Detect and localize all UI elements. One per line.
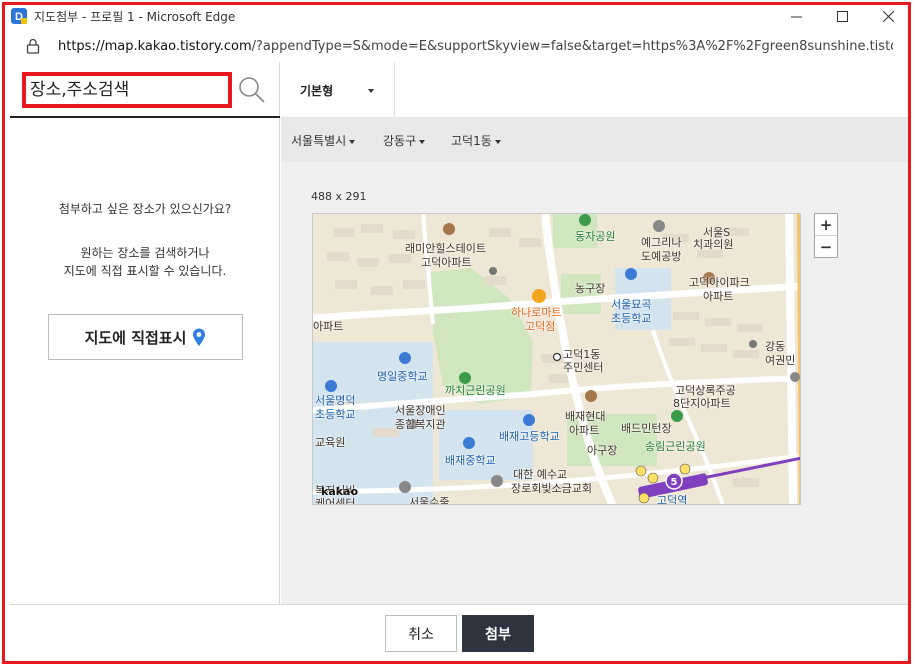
map-place-label: 예그리나 bbox=[641, 236, 682, 249]
chevron-down-icon bbox=[494, 139, 501, 144]
map-place-label: 송림근린공원 bbox=[645, 440, 706, 453]
lock-icon bbox=[26, 38, 40, 54]
search-box bbox=[10, 62, 280, 118]
kakao-logo: kakao bbox=[321, 485, 359, 498]
map-size-label: 488 x 291 bbox=[311, 190, 367, 203]
map-place-label: 서울수줄 bbox=[409, 496, 450, 505]
search-icon[interactable] bbox=[238, 76, 266, 104]
map-type-select[interactable]: 기본형 bbox=[281, 62, 395, 118]
dialog-footer: 취소 첨부 bbox=[10, 604, 910, 661]
window-title: 지도첨부 - 프로필 1 - Microsoft Edge bbox=[34, 10, 236, 24]
app-icon: D bbox=[11, 8, 27, 24]
map-place-label: 농구장 bbox=[575, 282, 606, 295]
chevron-down-icon bbox=[349, 139, 356, 144]
map-place-label: 고덕아이파크 bbox=[689, 276, 750, 289]
region-bar: 서울특별시 강동구 고덕1동 bbox=[281, 118, 910, 162]
direct-mark-label: 지도에 직접표시 bbox=[84, 328, 187, 347]
chevron-down-icon bbox=[419, 139, 426, 144]
zoom-out-button[interactable]: − bbox=[815, 236, 837, 258]
map-place-label: 고덕아파트 bbox=[421, 256, 472, 269]
attach-button[interactable]: 첨부 bbox=[462, 615, 534, 652]
map-place-label: 여권민 bbox=[765, 354, 796, 367]
url-text: https://map.kakao.tistory.com/?appendTyp… bbox=[58, 39, 893, 54]
region-district-select[interactable]: 강동구 bbox=[383, 132, 426, 149]
map-place-label: 초등학교 bbox=[611, 312, 652, 325]
map-place-label: 까치근린공원 bbox=[445, 384, 506, 397]
region-city-label: 서울특별시 bbox=[291, 134, 347, 148]
map-place-label: 케어센터 bbox=[315, 497, 356, 505]
region-city-select[interactable]: 서울특별시 bbox=[291, 132, 356, 149]
zoom-in-button[interactable]: + bbox=[815, 214, 837, 236]
maximize-button[interactable] bbox=[819, 0, 865, 32]
map-panel: 기본형 서울특별시 강동구 고덕1동 488 x 291 5 동자공원 예그리나… bbox=[281, 62, 910, 604]
map-place-label: 배재중학교 bbox=[445, 454, 496, 467]
map-place-label: 고덕역 bbox=[657, 494, 688, 505]
search-input[interactable] bbox=[22, 72, 232, 108]
direct-mark-button[interactable]: 지도에 직접표시 bbox=[48, 314, 243, 360]
map-place-label: 대한 예수교 bbox=[513, 468, 568, 481]
map-place-label: 초등학교 bbox=[315, 408, 356, 421]
map-place-label: 아파트 bbox=[569, 424, 600, 437]
region-dong-label: 고덕1동 bbox=[451, 134, 492, 148]
map-place-label: 고덕상록주공 bbox=[675, 384, 736, 397]
map-place-label: 8단지아파트 bbox=[673, 397, 731, 410]
zoom-control: + − bbox=[814, 213, 838, 258]
region-district-label: 강동구 bbox=[383, 134, 417, 148]
map-place-label: 아구장 bbox=[587, 444, 618, 457]
map-place-label: 강동 bbox=[765, 340, 786, 353]
url-host: https://map.kakao.tistory.com bbox=[58, 39, 252, 54]
url-query: /?appendType=S&mode=E&supportSkyview=fal… bbox=[251, 39, 893, 54]
map-place-label: 서울장애인 bbox=[395, 404, 446, 417]
map-place-label: 고덕1동 bbox=[563, 348, 601, 361]
maximize-icon bbox=[836, 10, 848, 22]
map-place-label: 서울묘곡 bbox=[611, 298, 652, 311]
map-view[interactable]: 5 동자공원 예그리나 도예공방 서울S 치과의원 래미안힐스테이트 고덕아파트… bbox=[312, 213, 801, 505]
map-place-label: 교육원 bbox=[315, 436, 346, 449]
map-place-label: 래미안힐스테이트 bbox=[405, 242, 486, 255]
cancel-button[interactable]: 취소 bbox=[385, 615, 457, 652]
close-icon bbox=[882, 10, 894, 22]
hint-line-1: 원하는 장소를 검색하거나 bbox=[80, 246, 210, 260]
address-bar[interactable]: https://map.kakao.tistory.com/?appendTyp… bbox=[0, 32, 913, 62]
title-bar: D 지도첨부 - 프로필 1 - Microsoft Edge bbox=[0, 0, 913, 32]
map-pin-icon bbox=[193, 328, 206, 346]
minimize-button[interactable] bbox=[773, 0, 819, 32]
chevron-down-icon bbox=[368, 89, 374, 93]
map-place-label: 아파트 bbox=[703, 290, 734, 303]
region-dong-select[interactable]: 고덕1동 bbox=[451, 132, 501, 149]
map-place-label: 배재현대 bbox=[565, 410, 606, 423]
map-place-label: 도예공방 bbox=[641, 250, 682, 263]
svg-text:5: 5 bbox=[671, 477, 678, 488]
map-place-label: 주민센터 bbox=[563, 361, 604, 374]
map-place-label: 배드민턴장 bbox=[621, 422, 672, 435]
hint-line-2: 지도에 직접 표시할 수 있습니다. bbox=[63, 264, 227, 278]
search-panel: 첨부하고 싶은 장소가 있으신가요? 원하는 장소를 검색하거나 지도에 직접 … bbox=[10, 62, 280, 604]
attach-prompt-text: 첨부하고 싶은 장소가 있으신가요? bbox=[58, 202, 232, 216]
map-type-label: 기본형 bbox=[300, 83, 334, 98]
map-place-label: 서울명덕 bbox=[315, 394, 356, 407]
map-attach-dialog: 첨부하고 싶은 장소가 있으신가요? 원하는 장소를 검색하거나 지도에 직접 … bbox=[10, 62, 910, 604]
map-place-label: 배재고등학교 bbox=[499, 430, 560, 443]
close-button[interactable] bbox=[865, 0, 911, 32]
map-place-label: 고덕점 bbox=[525, 320, 556, 333]
main-road bbox=[797, 214, 800, 504]
map-place-label: 명일중학교 bbox=[377, 370, 428, 383]
map-place-label: 하나로마트 bbox=[511, 306, 562, 319]
map-place-label: 아파트 bbox=[313, 320, 344, 333]
map-type-bar: 기본형 bbox=[281, 62, 910, 118]
map-place-label: 치과의원 bbox=[693, 238, 734, 251]
map-tiles: 5 bbox=[313, 214, 800, 504]
map-place-label: 장로회빛소금교회 bbox=[511, 482, 592, 495]
map-place-label: 종합복지관 bbox=[395, 418, 446, 431]
minimize-icon bbox=[790, 16, 802, 17]
map-place-label: 동자공원 bbox=[575, 230, 616, 243]
